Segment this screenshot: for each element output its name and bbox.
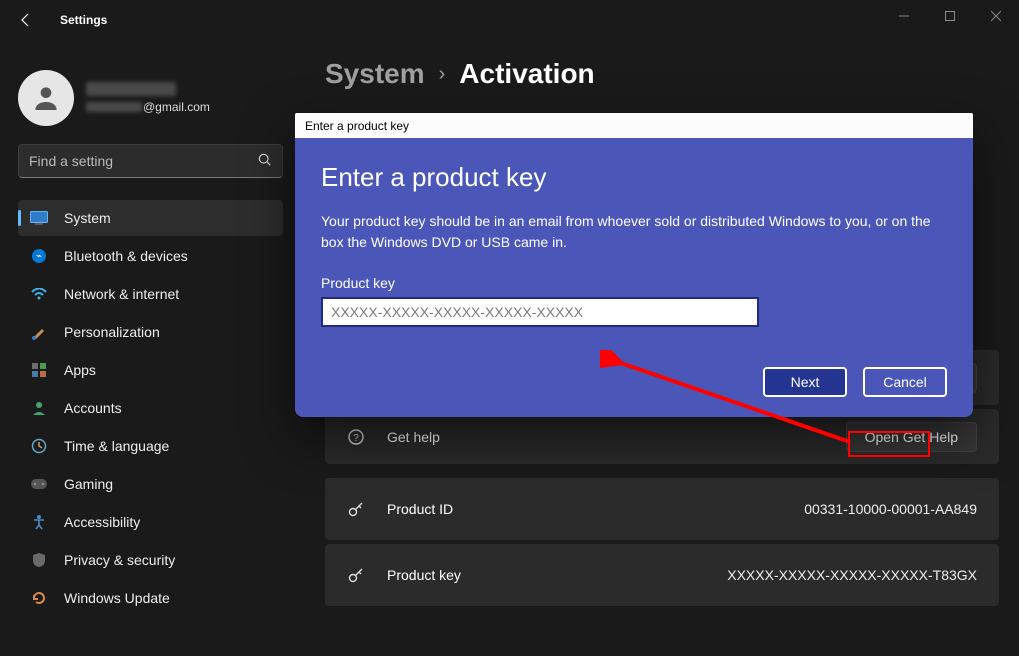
close-button[interactable]: [973, 0, 1019, 32]
sidebar-item-label: Network & internet: [64, 286, 179, 302]
wifi-icon: [30, 285, 48, 303]
maximize-button[interactable]: [927, 0, 973, 32]
person-icon: [30, 399, 48, 417]
clock-globe-icon: [30, 437, 48, 455]
row-label: Get help: [387, 429, 440, 445]
user-row[interactable]: @gmail.com: [18, 70, 283, 126]
email-suffix: @gmail.com: [143, 100, 210, 114]
app-title: Settings: [60, 13, 107, 27]
sidebar-item-time-language[interactable]: Time & language: [18, 428, 283, 464]
sidebar-item-windows-update[interactable]: Windows Update: [18, 580, 283, 616]
key-icon: [347, 500, 367, 518]
nav-list: System ⌁ Bluetooth & devices Network & i…: [18, 200, 283, 616]
chevron-right-icon: ›: [439, 63, 446, 86]
apps-icon: [30, 361, 48, 379]
titlebar: Settings: [0, 0, 1019, 40]
update-icon: [30, 589, 48, 607]
system-icon: [30, 209, 48, 227]
sidebar-item-label: Personalization: [64, 324, 160, 340]
sidebar-item-label: Accounts: [64, 400, 122, 416]
bluetooth-icon: ⌁: [30, 247, 48, 265]
accessibility-icon: [30, 513, 48, 531]
search-icon: [258, 153, 272, 170]
dialog-field-label: Product key: [321, 275, 947, 291]
sidebar-item-label: Windows Update: [64, 590, 170, 606]
sidebar-item-gaming[interactable]: Gaming: [18, 466, 283, 502]
sidebar-item-network[interactable]: Network & internet: [18, 276, 283, 312]
sidebar-item-bluetooth[interactable]: ⌁ Bluetooth & devices: [18, 238, 283, 274]
gamepad-icon: [30, 475, 48, 493]
sidebar-item-label: Privacy & security: [64, 552, 175, 568]
sidebar-item-system[interactable]: System: [18, 200, 283, 236]
open-get-help-button[interactable]: Open Get Help: [846, 422, 977, 452]
minimize-button[interactable]: [881, 0, 927, 32]
email-prefix-redacted: [86, 102, 142, 112]
search-box[interactable]: [18, 144, 283, 178]
svg-text:?: ?: [353, 433, 359, 444]
dialog-titlebar: Enter a product key: [295, 113, 973, 138]
row-product-key: Product key XXXXX-XXXXX-XXXXX-XXXXX-T83G…: [325, 544, 999, 606]
sidebar-item-accessibility[interactable]: Accessibility: [18, 504, 283, 540]
key-icon: [347, 566, 367, 584]
sidebar-item-accounts[interactable]: Accounts: [18, 390, 283, 426]
cancel-button[interactable]: Cancel: [863, 367, 947, 397]
back-button[interactable]: [16, 10, 36, 30]
breadcrumb-current: Activation: [459, 58, 594, 90]
user-text: @gmail.com: [86, 82, 210, 114]
sidebar: @gmail.com System ⌁ Bluetooth & devices: [0, 40, 295, 656]
user-name-redacted: [86, 82, 176, 96]
product-key-input[interactable]: [321, 297, 759, 327]
avatar: [18, 70, 74, 126]
breadcrumb: System › Activation: [325, 58, 999, 90]
sidebar-item-personalization[interactable]: Personalization: [18, 314, 283, 350]
breadcrumb-parent[interactable]: System: [325, 58, 425, 90]
sidebar-item-apps[interactable]: Apps: [18, 352, 283, 388]
next-button[interactable]: Next: [763, 367, 847, 397]
sidebar-item-label: Bluetooth & devices: [64, 248, 188, 264]
row-product-id: Product ID 00331-10000-00001-AA849: [325, 478, 999, 540]
sidebar-item-label: Gaming: [64, 476, 113, 492]
product-id-value: 00331-10000-00001-AA849: [804, 501, 977, 517]
help-icon: ?: [347, 428, 367, 446]
sidebar-item-label: Apps: [64, 362, 96, 378]
row-label: Product key: [387, 567, 461, 583]
user-email: @gmail.com: [86, 100, 210, 114]
product-key-value: XXXXX-XXXXX-XXXXX-XXXXX-T83GX: [727, 567, 977, 583]
search-input[interactable]: [29, 153, 258, 169]
shield-icon: [30, 551, 48, 569]
sidebar-item-privacy[interactable]: Privacy & security: [18, 542, 283, 578]
dialog-heading: Enter a product key: [321, 162, 947, 193]
dialog-description: Your product key should be in an email f…: [321, 211, 941, 253]
row-get-help: ? Get help Open Get Help: [325, 409, 999, 464]
sidebar-item-label: System: [64, 210, 111, 226]
window-controls: [881, 0, 1019, 32]
brush-icon: [30, 323, 48, 341]
sidebar-item-label: Accessibility: [64, 514, 140, 530]
sidebar-item-label: Time & language: [64, 438, 169, 454]
row-label: Product ID: [387, 501, 453, 517]
enter-product-key-dialog: Enter a product key Enter a product key …: [295, 113, 973, 417]
